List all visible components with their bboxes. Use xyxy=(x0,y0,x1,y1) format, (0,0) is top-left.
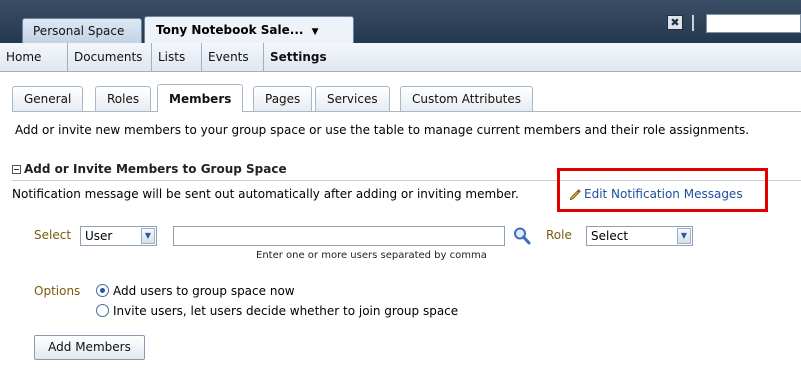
tab-roles-label: Roles xyxy=(107,92,140,106)
nav-item-documents[interactable]: Documents xyxy=(67,43,148,72)
search-input[interactable] xyxy=(706,14,801,33)
options-label: Options xyxy=(34,284,81,298)
tab-personal-space[interactable]: Personal Space xyxy=(22,18,142,43)
tab-roles[interactable]: Roles xyxy=(95,86,152,111)
member-type-value: User xyxy=(85,229,113,243)
settings-tabs: General Roles Members Pages Services Cus… xyxy=(12,84,801,112)
tab-current-group-space-label: Tony Notebook Sale... xyxy=(156,23,304,37)
members-intro-text: Add or invite new members to your group … xyxy=(15,123,750,137)
tab-pages[interactable]: Pages xyxy=(253,86,313,111)
notification-text: Notification message will be sent out au… xyxy=(12,187,519,201)
role-value: Select xyxy=(591,229,629,243)
tab-members-label: Members xyxy=(169,92,232,106)
chevron-down-icon[interactable]: ▼ xyxy=(677,228,691,244)
tab-general[interactable]: General xyxy=(12,86,84,111)
option-add-now-label: Add users to group space now xyxy=(113,284,295,298)
tab-pages-label: Pages xyxy=(265,92,301,106)
option-invite[interactable]: Invite users, let users decide whether t… xyxy=(96,304,458,318)
nav-item-events[interactable]: Events xyxy=(201,43,255,72)
pencil-icon xyxy=(569,189,581,200)
tab-custom-attributes[interactable]: Custom Attributes xyxy=(400,86,534,111)
radio-add-now[interactable] xyxy=(96,284,109,297)
edit-notification-label: Edit Notification Messages xyxy=(584,187,743,201)
tab-members[interactable]: Members xyxy=(157,84,244,112)
toolbar-divider xyxy=(692,15,694,31)
top-banner: Personal Space Tony Notebook Sale... ▼ ✖ xyxy=(0,0,801,43)
section-title: Add or Invite Members to Group Space xyxy=(24,162,287,176)
users-input-hint: Enter one or more users separated by com… xyxy=(256,250,487,261)
group-space-nav: Home Documents Lists Events Settings xyxy=(0,43,801,72)
chevron-down-icon[interactable]: ▼ xyxy=(312,27,319,37)
tab-custom-attributes-label: Custom Attributes xyxy=(412,92,522,106)
tab-services-label: Services xyxy=(327,92,378,106)
magnifier-icon[interactable] xyxy=(512,226,532,246)
add-members-button[interactable]: Add Members xyxy=(34,335,145,360)
tab-services[interactable]: Services xyxy=(315,86,390,111)
nav-item-settings[interactable]: Settings xyxy=(263,43,333,72)
edit-notification-link[interactable]: Edit Notification Messages xyxy=(569,187,743,201)
collapse-icon[interactable] xyxy=(12,165,21,174)
close-icon[interactable]: ✖ xyxy=(667,15,683,30)
option-invite-label: Invite users, let users decide whether t… xyxy=(113,304,459,318)
role-label: Role xyxy=(546,228,572,242)
radio-invite[interactable] xyxy=(96,304,109,317)
tab-general-label: General xyxy=(24,92,72,106)
tab-personal-space-label: Personal Space xyxy=(33,24,125,38)
users-input[interactable] xyxy=(173,226,505,246)
member-type-select[interactable]: User ▼ xyxy=(80,226,157,246)
option-add-now[interactable]: Add users to group space now xyxy=(96,284,295,298)
nav-item-lists[interactable]: Lists xyxy=(151,43,191,72)
tab-current-group-space[interactable]: Tony Notebook Sale... ▼ xyxy=(144,16,354,43)
role-select[interactable]: Select ▼ xyxy=(586,226,693,246)
chevron-down-icon[interactable]: ▼ xyxy=(141,228,155,244)
nav-item-home[interactable]: Home xyxy=(0,43,47,72)
section-header[interactable]: Add or Invite Members to Group Space xyxy=(12,162,287,176)
select-label: Select xyxy=(34,228,72,242)
